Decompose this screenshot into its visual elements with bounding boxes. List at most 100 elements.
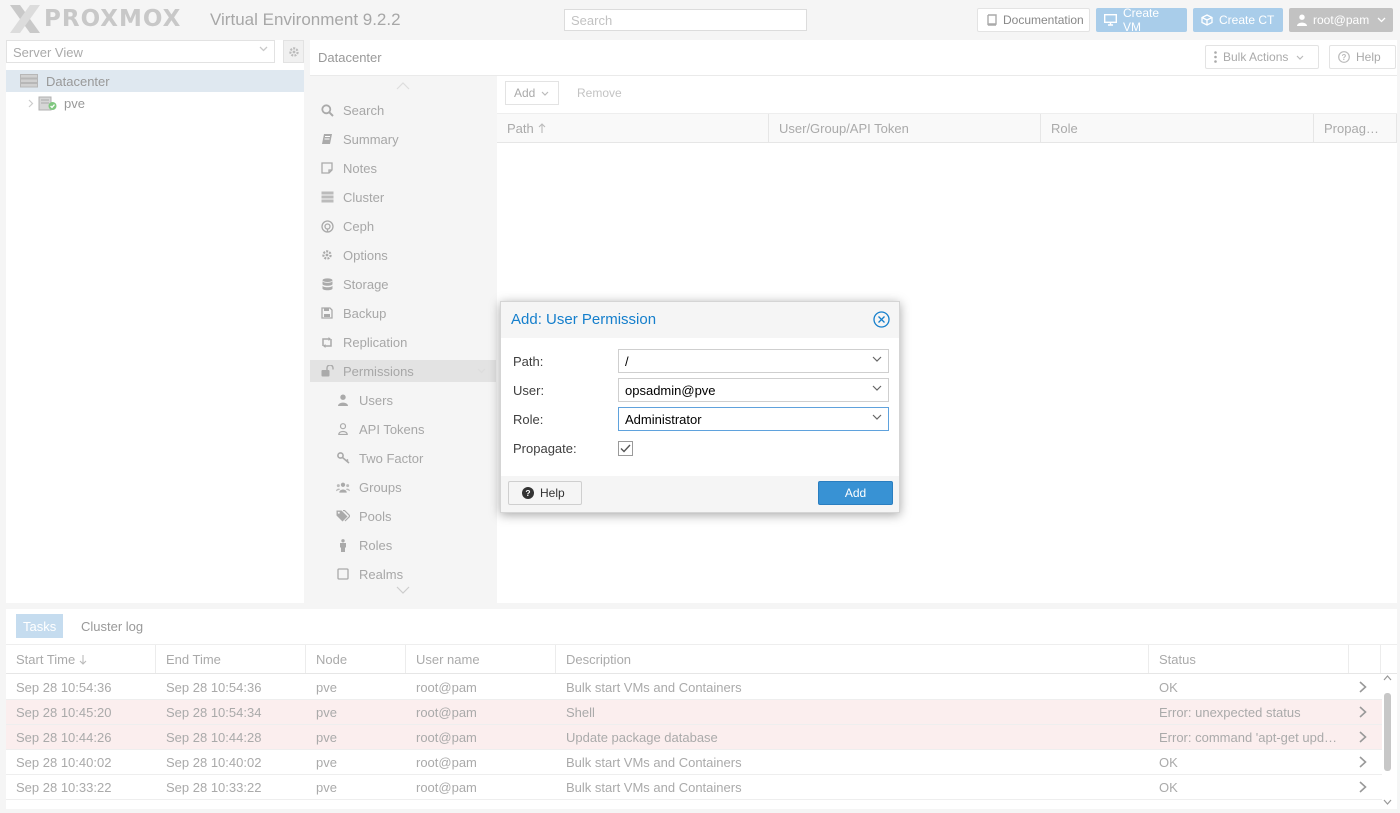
- role-combobox[interactable]: Administrator: [618, 407, 889, 431]
- tree-item-label: Datacenter: [46, 73, 110, 89]
- nav-item-permissions[interactable]: Permissions: [310, 360, 496, 382]
- help-label: Help: [1356, 50, 1381, 64]
- column-header-propagate[interactable]: Propag…: [1314, 114, 1397, 142]
- tree-item-datacenter[interactable]: Datacenter: [6, 70, 304, 92]
- scroll-down-icon[interactable]: [396, 586, 410, 594]
- chevron-down-icon[interactable]: [872, 414, 882, 421]
- close-icon[interactable]: [873, 311, 890, 328]
- dialog-add-button[interactable]: Add: [818, 481, 893, 505]
- bulk-actions-button[interactable]: Bulk Actions: [1205, 45, 1319, 69]
- column-header-status[interactable]: Status: [1149, 645, 1349, 673]
- nav-item-options[interactable]: Options: [310, 244, 496, 266]
- open-task-icon[interactable]: [1349, 731, 1381, 743]
- datacenter-nav: Search Summary Notes Cluster Ceph Option…: [310, 76, 496, 603]
- end-time-cell: Sep 28 10:33:22: [166, 779, 262, 795]
- chevron-down-icon: [1377, 17, 1386, 23]
- open-task-icon[interactable]: [1349, 706, 1381, 718]
- user-menu-button[interactable]: root@pam: [1289, 8, 1393, 32]
- nav-item-summary[interactable]: Summary: [310, 128, 496, 150]
- content-header: Datacenter Bulk Actions ? Help: [310, 40, 1397, 76]
- column-header-description[interactable]: Description: [556, 645, 1149, 673]
- nav-item-groups[interactable]: Groups: [310, 476, 496, 498]
- nav-item-label: Pools: [359, 508, 392, 524]
- start-time-cell: Sep 28 10:45:20: [16, 704, 112, 720]
- remove-permission-button[interactable]: Remove: [569, 81, 631, 105]
- tasks-scrollbar[interactable]: [1382, 675, 1392, 805]
- status-cell: OK: [1159, 779, 1178, 795]
- node-cell: pve: [316, 754, 337, 770]
- column-header-start-time[interactable]: Start Time: [6, 645, 156, 673]
- server-view-value: Server View: [13, 45, 83, 60]
- create-ct-button[interactable]: Create CT: [1193, 8, 1283, 32]
- gear-icon: [320, 249, 334, 261]
- nav-item-users[interactable]: Users: [310, 389, 496, 411]
- user-combobox[interactable]: opsadmin@pve: [618, 378, 889, 402]
- node-cell: pve: [316, 779, 337, 795]
- nav-item-label: Two Factor: [359, 450, 424, 466]
- table-row[interactable]: Sep 28 10:44:26 Sep 28 10:44:28 pve root…: [6, 725, 1382, 750]
- chevron-down-icon[interactable]: [872, 385, 882, 392]
- user-cell: root@pam: [416, 704, 477, 720]
- path-combobox[interactable]: /: [618, 349, 889, 373]
- end-time-cell: Sep 28 10:40:02: [166, 754, 262, 770]
- add-label: Add: [514, 86, 536, 100]
- tree-settings-button[interactable]: [283, 40, 304, 63]
- status-cell: OK: [1159, 754, 1178, 770]
- propagate-field-row: Propagate:: [501, 436, 899, 460]
- tree-item-pve[interactable]: pve: [6, 92, 304, 114]
- tab-cluster-log[interactable]: Cluster log: [74, 614, 150, 638]
- kebab-menu-icon: [1214, 51, 1217, 63]
- chevron-down-icon[interactable]: [872, 356, 882, 363]
- propagate-label: Propagate:: [513, 440, 577, 456]
- scrollbar-thumb[interactable]: [1384, 693, 1391, 771]
- table-row[interactable]: Sep 28 10:45:20 Sep 28 10:54:34 pve root…: [6, 700, 1382, 725]
- create-vm-label: Create VM: [1123, 6, 1160, 34]
- dialog-help-button[interactable]: ? Help: [508, 481, 582, 505]
- column-header-end-time[interactable]: End Time: [156, 645, 306, 673]
- help-button[interactable]: ? Help: [1329, 45, 1396, 69]
- nav-item-backup[interactable]: Backup: [310, 302, 496, 324]
- scroll-up-icon[interactable]: [396, 82, 410, 90]
- add-permission-button[interactable]: Add: [505, 81, 559, 105]
- proxmox-logo[interactable]: PROXMOX: [8, 3, 181, 35]
- open-task-icon[interactable]: [1349, 781, 1381, 793]
- create-vm-button[interactable]: Create VM: [1096, 6, 1187, 34]
- scroll-down-icon[interactable]: [1383, 799, 1392, 805]
- chevron-down-icon: [477, 368, 486, 374]
- table-row[interactable]: Sep 28 10:33:22 Sep 28 10:33:22 pve root…: [6, 775, 1382, 800]
- end-time-cell: Sep 28 10:44:28: [166, 729, 262, 745]
- open-task-icon[interactable]: [1349, 756, 1381, 768]
- global-search-input[interactable]: [564, 9, 807, 31]
- nav-item-label: API Tokens: [359, 421, 425, 437]
- create-ct-label: Create CT: [1219, 13, 1275, 27]
- column-header-user-name[interactable]: User name: [406, 645, 556, 673]
- nav-item-search[interactable]: Search: [310, 99, 496, 121]
- column-header-path[interactable]: Path: [497, 114, 769, 142]
- documentation-button[interactable]: Documentation: [977, 8, 1090, 32]
- nav-item-api-tokens[interactable]: API Tokens: [310, 418, 496, 440]
- status-cell: OK: [1159, 679, 1178, 695]
- bulk-actions-label: Bulk Actions: [1223, 50, 1289, 64]
- table-row[interactable]: Sep 28 10:54:36 Sep 28 10:54:36 pve root…: [6, 675, 1382, 700]
- proxmox-x-icon: [10, 5, 40, 33]
- propagate-checkbox[interactable]: [618, 440, 633, 456]
- column-header-user[interactable]: User/Group/API Token: [769, 114, 1041, 142]
- server-view-select[interactable]: Server View: [6, 40, 275, 63]
- tree-item-label: pve: [64, 95, 85, 111]
- nav-item-roles[interactable]: Roles: [310, 534, 496, 556]
- table-row[interactable]: Sep 28 10:40:02 Sep 28 10:40:02 pve root…: [6, 750, 1382, 775]
- scroll-up-icon[interactable]: [1383, 675, 1392, 681]
- nav-item-replication[interactable]: Replication: [310, 331, 496, 353]
- tab-tasks[interactable]: Tasks: [16, 614, 64, 638]
- column-header-node[interactable]: Node: [306, 645, 406, 673]
- column-header-role[interactable]: Role: [1041, 114, 1314, 142]
- nav-item-notes[interactable]: Notes: [310, 157, 496, 179]
- nav-item-cluster[interactable]: Cluster: [310, 186, 496, 208]
- nav-item-storage[interactable]: Storage: [310, 273, 496, 295]
- nav-item-realms[interactable]: Realms: [310, 563, 496, 585]
- open-task-icon[interactable]: [1349, 681, 1381, 693]
- nav-item-two-factor[interactable]: Two Factor: [310, 447, 496, 469]
- nav-item-ceph[interactable]: Ceph: [310, 215, 496, 237]
- tags-icon: [336, 510, 350, 522]
- nav-item-pools[interactable]: Pools: [310, 505, 496, 527]
